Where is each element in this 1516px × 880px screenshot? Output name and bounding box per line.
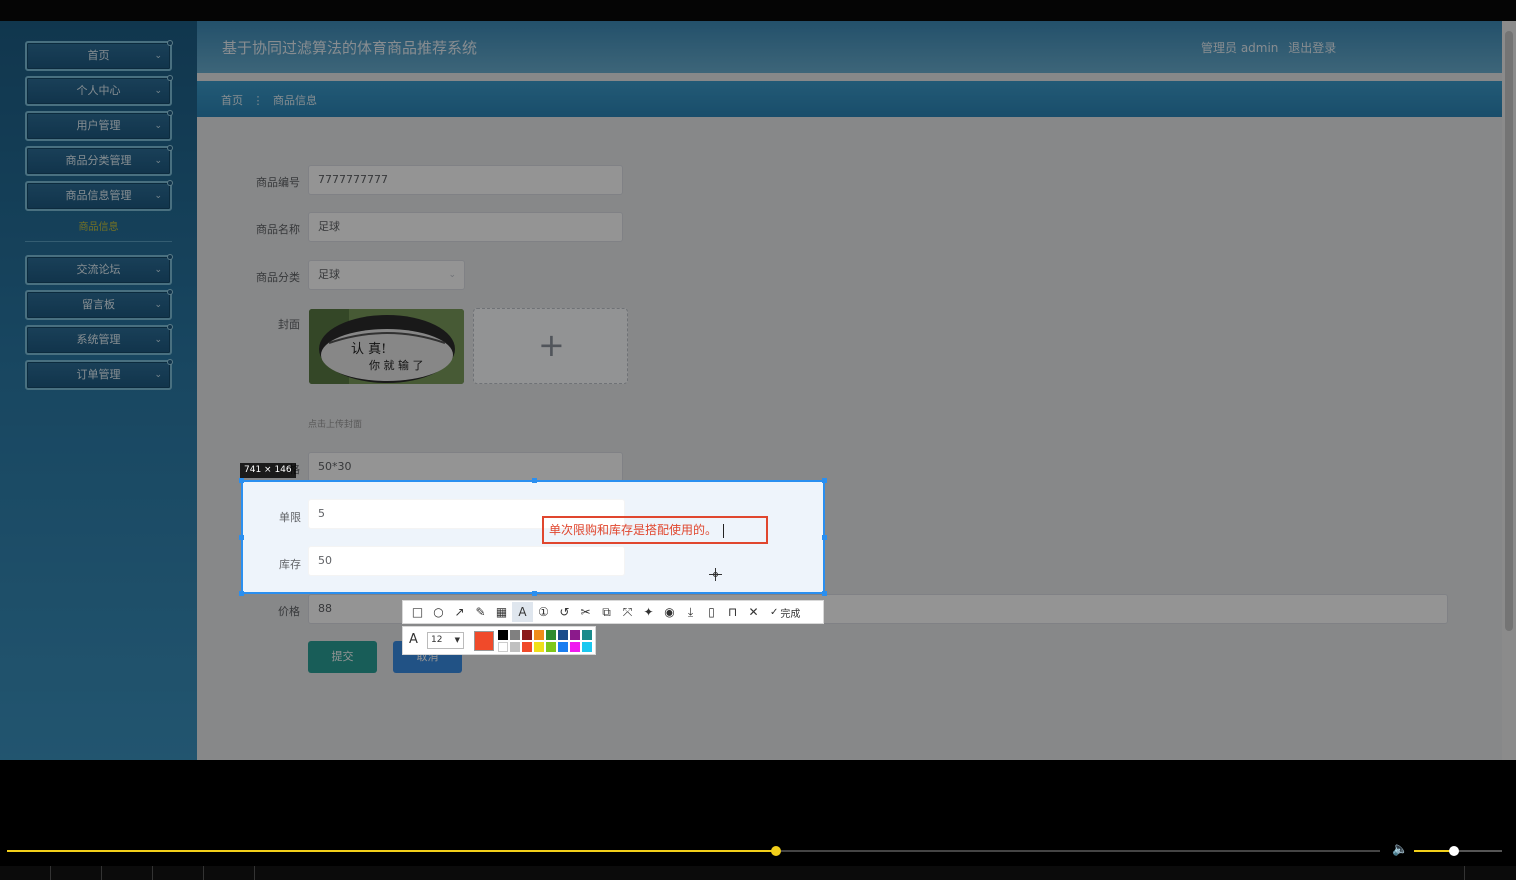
volume-knob[interactable] xyxy=(1449,846,1459,856)
rectangle-tool-icon[interactable]: □ xyxy=(407,602,428,622)
seek-progress xyxy=(7,850,776,852)
font-icon: A xyxy=(409,632,418,647)
crosshair-cursor-icon xyxy=(709,568,722,581)
text-caret xyxy=(723,523,725,538)
text-tool-icon[interactable]: A xyxy=(512,602,533,622)
color-swatch[interactable] xyxy=(558,630,568,640)
mosaic-tool-icon[interactable]: ▦ xyxy=(491,602,512,622)
annotation-text: 单次限购和库存是搭配使用的。 xyxy=(549,523,718,537)
done-button[interactable]: ✓ 完成 xyxy=(770,605,800,620)
color-swatch[interactable] xyxy=(510,630,520,640)
strip-divider xyxy=(152,866,153,880)
arrow-tool-icon[interactable]: ↗ xyxy=(449,602,470,622)
color-swatch[interactable] xyxy=(522,642,532,652)
resize-handle[interactable] xyxy=(822,535,827,540)
bookmark-icon[interactable]: ⊓ xyxy=(722,602,743,622)
bottom-strip xyxy=(0,866,1516,880)
capture-dim-overlay xyxy=(0,21,1516,760)
scissors-icon[interactable]: ✂ xyxy=(575,602,596,622)
volume-fill xyxy=(1414,850,1454,852)
font-size-value: 12 xyxy=(431,635,443,645)
number-tool-icon[interactable]: ① xyxy=(533,602,554,622)
text-annotation[interactable]: 单次限购和库存是搭配使用的。 xyxy=(542,516,768,544)
text-style-bar: A 12 ▼ xyxy=(402,626,596,655)
resize-handle[interactable] xyxy=(532,478,537,483)
volume-icon[interactable]: 🔈 xyxy=(1392,842,1408,857)
pen-tool-icon[interactable]: ✎ xyxy=(470,602,491,622)
current-color-swatch[interactable] xyxy=(474,631,494,651)
color-swatch[interactable] xyxy=(498,630,508,640)
undo-icon[interactable]: ↺ xyxy=(554,602,575,622)
strip-divider xyxy=(203,866,204,880)
strip-divider xyxy=(50,866,51,880)
color-swatch[interactable] xyxy=(582,630,592,640)
color-swatch[interactable] xyxy=(570,630,580,640)
capture-toolbar: □ ○ ↗ ✎ ▦ A ① ↺ ✂ ⧉ ⤧ ✦ ◉ ⤓ ▯ ⊓ ✕ ✓ 完成 xyxy=(402,600,824,624)
ellipse-tool-icon[interactable]: ○ xyxy=(428,602,449,622)
stock-input[interactable]: 50 xyxy=(308,546,625,576)
color-swatch[interactable] xyxy=(582,642,592,652)
resize-handle[interactable] xyxy=(532,591,537,596)
phone-icon[interactable]: ▯ xyxy=(701,602,722,622)
check-icon: ✓ xyxy=(770,606,779,618)
stock-label: 库存 xyxy=(279,558,301,571)
caret-down-icon: ▼ xyxy=(454,636,460,644)
seek-knob[interactable] xyxy=(771,846,781,856)
font-size-select[interactable]: 12 ▼ xyxy=(427,632,464,649)
video-player: 🔈 xyxy=(0,760,1516,880)
app-window: 首页 ⌄ 个人中心 ⌄ 用户管理 ⌄ 商品分类管理 ⌄ 商品信息管理 ⌄ 商品信息 交流论… xyxy=(0,21,1516,760)
color-swatch[interactable] xyxy=(546,642,556,652)
color-swatch[interactable] xyxy=(534,642,544,652)
strip-divider xyxy=(101,866,102,880)
resize-handle[interactable] xyxy=(239,535,244,540)
done-label: 完成 xyxy=(780,608,801,620)
color-swatch[interactable] xyxy=(498,642,508,652)
screen: 首页 ⌄ 个人中心 ⌄ 用户管理 ⌄ 商品分类管理 ⌄ 商品信息管理 ⌄ 商品信息 交流论… xyxy=(0,0,1516,880)
capture-size-label: 741 × 146 xyxy=(240,463,296,478)
color-swatch[interactable] xyxy=(546,630,556,640)
close-icon[interactable]: ✕ xyxy=(743,602,764,622)
top-black-bar xyxy=(0,0,1516,21)
record-icon[interactable]: ◉ xyxy=(659,602,680,622)
color-swatch[interactable] xyxy=(534,630,544,640)
download-icon[interactable]: ⤓ xyxy=(680,602,701,622)
color-swatch[interactable] xyxy=(522,630,532,640)
limit-label: 单限 xyxy=(279,511,301,524)
resize-handle[interactable] xyxy=(239,591,244,596)
resize-handle[interactable] xyxy=(822,478,827,483)
translate-icon[interactable]: ⧉ xyxy=(596,602,617,622)
resize-handle[interactable] xyxy=(822,591,827,596)
resize-handle[interactable] xyxy=(239,478,244,483)
color-swatch[interactable] xyxy=(558,642,568,652)
color-swatch[interactable] xyxy=(570,642,580,652)
color-swatch[interactable] xyxy=(510,642,520,652)
scroll-capture-icon[interactable]: ⤧ xyxy=(617,602,638,622)
pin-icon[interactable]: ✦ xyxy=(638,602,659,622)
strip-divider xyxy=(254,866,255,880)
strip-divider xyxy=(1464,866,1465,880)
